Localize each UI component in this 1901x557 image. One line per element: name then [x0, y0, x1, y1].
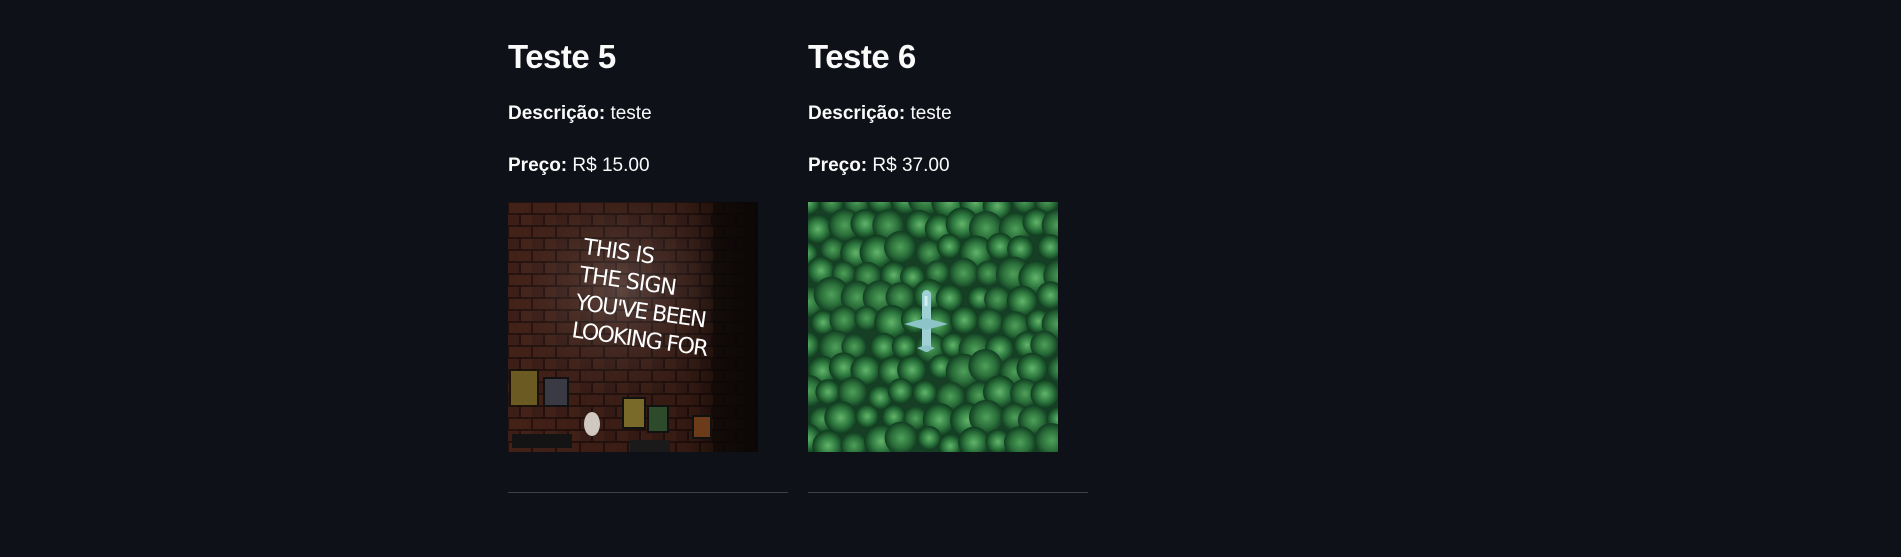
product-title: Teste 5 — [508, 38, 616, 75]
airplane-in-forest-photo — [808, 202, 1058, 452]
tree-crown — [829, 305, 859, 335]
card-divider — [508, 492, 788, 493]
tree-crown — [824, 401, 858, 435]
description-value: teste — [910, 103, 952, 124]
price-label: Preço: — [508, 155, 568, 176]
product-price: Preço: R$ 15.00 — [508, 154, 650, 178]
tree-crown — [936, 233, 962, 259]
product-title: Teste 6 — [808, 38, 916, 75]
price-value: R$ 15.00 — [572, 155, 650, 176]
tree-crown — [884, 231, 917, 264]
product-image — [808, 202, 1058, 452]
product-price: Preço: R$ 37.00 — [808, 154, 950, 178]
product-description: Descrição: teste — [508, 102, 652, 126]
description-value: teste — [610, 103, 652, 124]
neon-sign-photo: THIS IS THE SIGN YOU'VE BEEN LOOKING FOR — [508, 202, 758, 452]
description-label: Descrição: — [808, 103, 906, 124]
tree-crown — [917, 426, 942, 451]
tree-crown — [855, 404, 880, 429]
app-container: Teste 5 Descrição: teste Preço: R$ 15.00 — [0, 0, 1901, 557]
tree-crown — [887, 378, 914, 405]
tree-crown — [912, 380, 938, 406]
tree-crown — [948, 257, 979, 289]
tree-crown — [815, 379, 841, 405]
price-label: Preço: — [808, 155, 868, 176]
product-description: Descrição: teste — [808, 102, 952, 126]
card-divider — [808, 492, 1088, 493]
price-value: R$ 37.00 — [872, 155, 950, 176]
tree-crown — [976, 308, 1004, 336]
product-image: THIS IS THE SIGN YOU'VE BEEN LOOKING FOR — [508, 202, 758, 452]
tree-crown — [950, 306, 979, 335]
description-label: Descrição: — [508, 103, 606, 124]
